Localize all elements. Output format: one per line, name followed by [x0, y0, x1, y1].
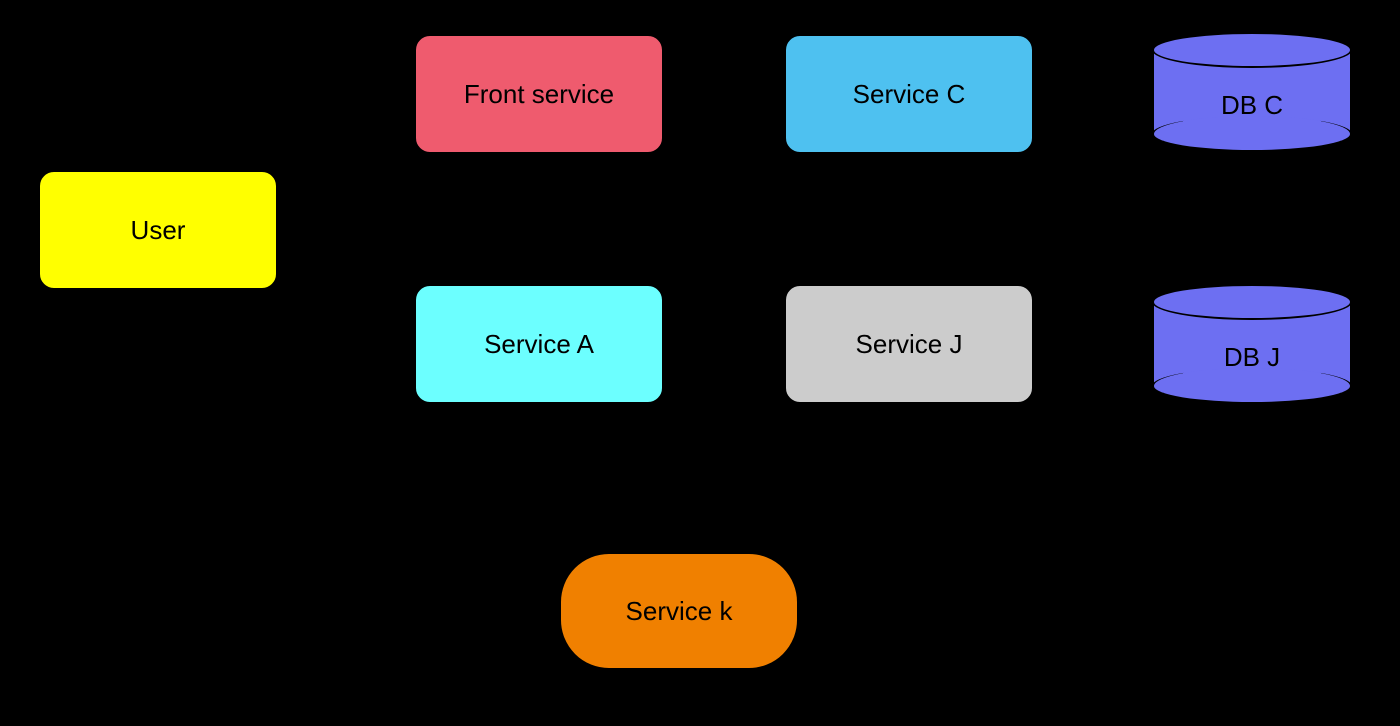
- node-service-a-label: Service A: [484, 329, 594, 360]
- node-service-a: Service A: [414, 284, 664, 404]
- node-db-j: DB J: [1152, 284, 1352, 404]
- node-service-k-label: Service k: [626, 596, 733, 627]
- node-service-c: Service C: [784, 34, 1034, 154]
- node-user: User: [38, 170, 278, 290]
- node-service-j-label: Service J: [856, 329, 963, 360]
- node-front-service-label: Front service: [464, 79, 614, 110]
- node-db-j-label: DB J: [1152, 342, 1352, 373]
- node-user-label: User: [131, 215, 186, 246]
- node-service-k: Service k: [559, 552, 799, 670]
- node-db-c: DB C: [1152, 32, 1352, 152]
- node-front-service: Front service: [414, 34, 664, 154]
- node-service-j: Service J: [784, 284, 1034, 404]
- node-db-c-label: DB C: [1152, 90, 1352, 121]
- node-service-c-label: Service C: [853, 79, 966, 110]
